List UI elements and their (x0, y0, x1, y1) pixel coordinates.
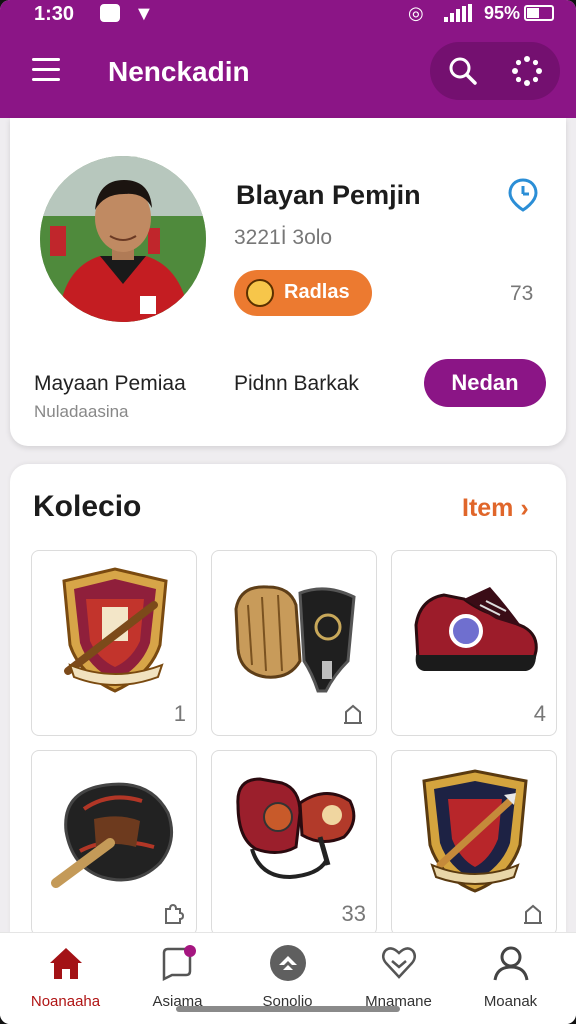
profile-card: Blayan Pemjin 3221İ 3olo Radlas 73 Mayaa… (10, 118, 566, 446)
loader-icon[interactable] (512, 56, 542, 86)
collection-item-glove-guard[interactable] (211, 550, 377, 736)
item-count: 1 (173, 701, 186, 726)
glove-guard-image (234, 585, 356, 693)
shield-crest-image (62, 567, 168, 693)
signal-icon (444, 4, 474, 22)
app-title: Nenckadin (108, 56, 250, 87)
chat-icon (162, 945, 196, 981)
location-clock-icon[interactable] (508, 178, 538, 212)
collection-section: Kolecio Item › 1 4 33 (10, 464, 566, 936)
item-count: 4 (533, 701, 546, 726)
profile-icon (493, 946, 529, 981)
status-bar: 1:30 ▼ ◎ 95% (0, 0, 576, 30)
app-bar: Nenckadin (0, 30, 576, 118)
puzzle-icon[interactable] (162, 903, 184, 925)
battery-level: 95% (484, 3, 521, 23)
rank-badge-label: Radlas (284, 281, 350, 303)
nav-item-home[interactable]: Noanaaha (8, 933, 123, 1024)
baseball-glove-image (51, 782, 174, 888)
rank-badge[interactable]: Radlas (234, 270, 372, 316)
avatar[interactable] (40, 156, 206, 322)
home-icon (50, 948, 82, 979)
collection-item-shield-crest[interactable]: 1 (31, 550, 197, 736)
collection-item-shield-arrows[interactable] (391, 750, 557, 936)
shield-arrows-image (422, 769, 528, 893)
battery-icon (524, 5, 554, 21)
sneaker-image (414, 587, 538, 671)
primary-action-button[interactable]: Nedan (424, 359, 546, 407)
hotspot-icon: ◎ (408, 3, 424, 23)
item-count: 33 (341, 901, 366, 926)
player-id: 3221İ 3olo (234, 226, 333, 249)
boxing-gloves-image (236, 777, 356, 880)
nav-item-profile[interactable]: Moanak (453, 933, 568, 1024)
nav-label: Noanaaha (30, 993, 101, 1010)
notification-icon (100, 4, 120, 22)
navigation-icon (270, 945, 306, 981)
stat-label: Mayaan Pemiaa (34, 372, 186, 395)
heart-icon (382, 947, 416, 979)
collection-item-sneaker[interactable]: 4 (391, 550, 557, 736)
section-title: Kolecio (33, 490, 142, 523)
status-time: 1:30 (34, 3, 75, 25)
home-indicator[interactable] (176, 1006, 400, 1012)
app-screen: 1:30 ▼ ◎ 95% Nenckadin Blayan Pemjin 322… (0, 0, 576, 1024)
collection-item-boxing-gloves[interactable]: 33 (211, 750, 377, 936)
bookmark-icon[interactable] (522, 903, 544, 925)
header: 1:30 ▼ ◎ 95% Nenckadin (0, 0, 576, 118)
search-icon[interactable] (448, 56, 478, 86)
rank-number: 73 (510, 282, 534, 305)
player-name: Blayan Pemjin (236, 180, 421, 210)
menu-icon[interactable] (32, 58, 60, 82)
medal-icon (246, 279, 274, 307)
nav-label: Moanak (483, 993, 538, 1010)
see-items-link[interactable]: Item › (462, 494, 529, 523)
player-photo (40, 156, 206, 322)
wifi-icon: ▼ (134, 3, 154, 25)
stat-sublabel: Nuladaasina (34, 402, 129, 421)
bookmark-icon[interactable] (342, 703, 364, 725)
collection-item-baseball-glove[interactable] (31, 750, 197, 936)
stat-label-secondary: Pidnn Barkak (234, 372, 359, 395)
